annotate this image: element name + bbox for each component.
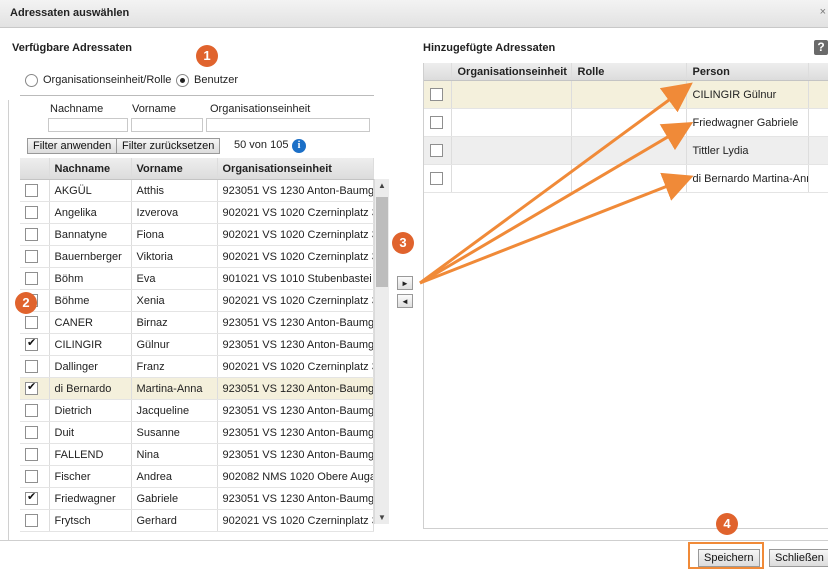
annotation-badge-3: 3 xyxy=(392,232,414,254)
arrow-to-row-1 xyxy=(419,82,693,285)
annotation-badge-2: 2 xyxy=(15,292,37,314)
save-highlight-box xyxy=(688,542,764,569)
annotation-badge-1: 1 xyxy=(196,45,218,67)
arrow-to-row-4 xyxy=(419,172,694,285)
arrow-to-row-2 xyxy=(419,121,694,285)
annotation-arrows xyxy=(419,82,694,285)
annotation-badge-4: 4 xyxy=(716,513,738,535)
